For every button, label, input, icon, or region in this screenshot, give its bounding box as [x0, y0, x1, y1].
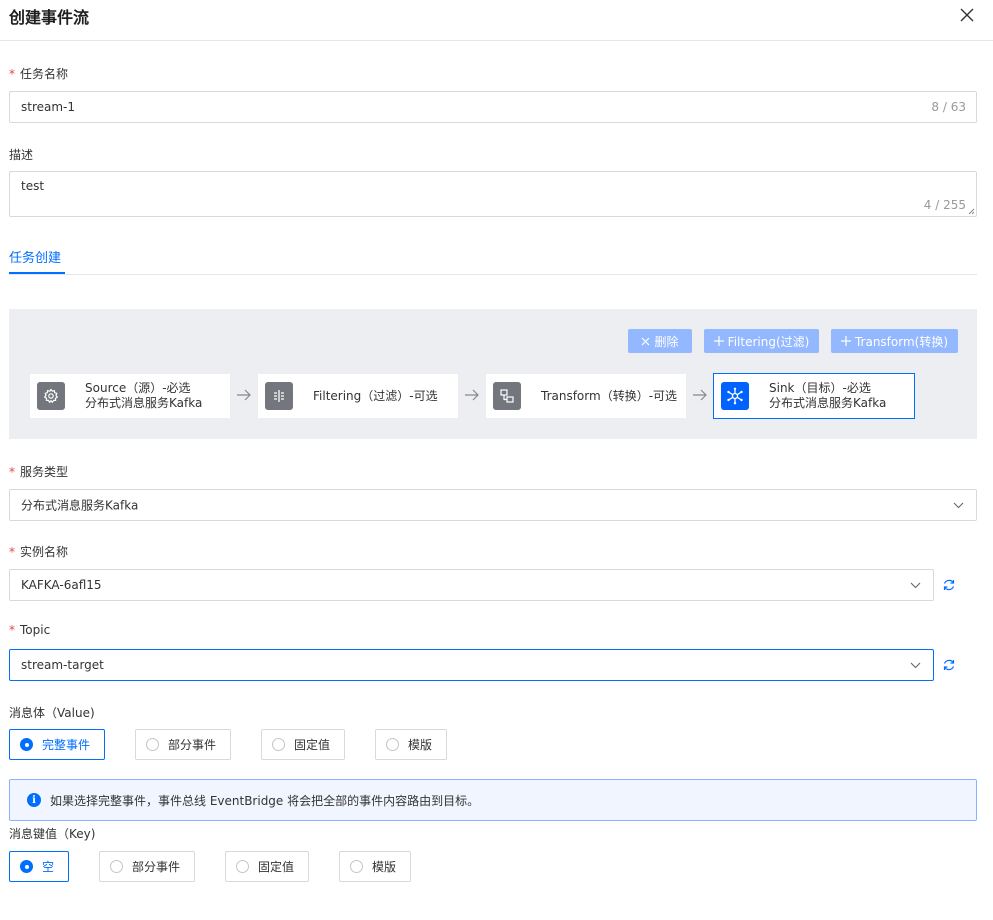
- radio-dot: [350, 860, 363, 873]
- radio-dot: [386, 738, 399, 751]
- tabs-divider: [9, 274, 977, 275]
- radio-dot: [20, 738, 33, 751]
- source-node-title: Source（源）-必选: [85, 381, 191, 395]
- add-filtering-label: Filtering(过滤): [727, 334, 810, 349]
- topic-value: stream-target: [21, 658, 104, 672]
- source-node-service: 分布式消息服务Kafka: [85, 396, 203, 410]
- info-text: 如果选择完整事件，事件总线 EventBridge 将会把全部的事件内容路由到目…: [50, 793, 480, 808]
- instance-label-text: 实例名称: [20, 545, 69, 559]
- radio-label: 固定值: [258, 860, 295, 874]
- radio-dot: [20, 860, 33, 873]
- filtering-node-title: Filtering（过滤）-可选: [313, 388, 438, 403]
- arrow-right-icon: [465, 389, 479, 401]
- required-mark: *: [9, 67, 15, 81]
- radio-message-body-partial-event[interactable]: 部分事件: [135, 729, 231, 760]
- flow-node-filtering[interactable]: Filtering（过滤）-可选: [258, 374, 458, 418]
- radio-dot: [110, 860, 123, 873]
- chevron-down-icon: [953, 502, 964, 509]
- required-mark: *: [9, 623, 15, 637]
- service-type-label: * 服务类型: [9, 463, 68, 480]
- radio-message-key-fixed-value[interactable]: 固定值: [225, 851, 309, 882]
- instance-select[interactable]: KAFKA-6afl15: [9, 569, 934, 601]
- required-mark: *: [9, 465, 15, 479]
- instance-value: KAFKA-6afl15: [21, 578, 102, 592]
- task-name-counter: 8 / 63: [931, 100, 966, 114]
- radio-label: 空: [42, 860, 55, 874]
- required-mark: *: [9, 545, 15, 559]
- radio-dot: [272, 738, 285, 751]
- radio-label: 固定值: [294, 738, 331, 752]
- description-counter: 4 / 255: [923, 198, 966, 212]
- topic-label: * Topic: [9, 623, 50, 637]
- task-name-label: * 任务名称: [9, 65, 68, 82]
- add-transform-button[interactable]: Transform(转换): [831, 329, 958, 353]
- gear-icon: [37, 382, 65, 410]
- page-title: 创建事件流: [9, 8, 90, 27]
- radio-label: 模版: [408, 738, 433, 752]
- service-type-label-text: 服务类型: [20, 465, 69, 479]
- arrow-right-icon: [693, 389, 707, 401]
- radio-message-body-fixed-value[interactable]: 固定值: [261, 729, 345, 760]
- close-icon: [642, 337, 650, 345]
- radio-message-key-empty[interactable]: 空: [9, 851, 69, 882]
- chevron-down-icon: [910, 582, 921, 589]
- resize-handle-icon[interactable]: [968, 208, 975, 215]
- radio-message-body-full-event[interactable]: 完整事件: [9, 729, 105, 760]
- filter-icon: [265, 382, 293, 410]
- arrow-right-icon: [237, 389, 251, 401]
- header-divider: [0, 40, 993, 41]
- plus-icon: [840, 336, 851, 346]
- chevron-down-icon: [910, 662, 921, 669]
- kafka-icon: [721, 382, 749, 410]
- tab-task-create[interactable]: 任务创建: [9, 247, 61, 266]
- info-icon: i: [27, 793, 41, 807]
- task-name-label-text: 任务名称: [20, 67, 69, 81]
- radio-message-body-template[interactable]: 模版: [375, 729, 447, 760]
- radio-dot: [236, 860, 249, 873]
- radio-message-key-partial-event[interactable]: 部分事件: [99, 851, 195, 882]
- flow-node-transform[interactable]: Transform（转换）-可选: [486, 374, 686, 418]
- add-transform-label: Transform(转换): [854, 334, 949, 349]
- instance-label: * 实例名称: [9, 543, 68, 560]
- service-type-select[interactable]: 分布式消息服务Kafka: [9, 489, 977, 521]
- refresh-icon[interactable]: [942, 578, 956, 592]
- description-textarea[interactable]: test 4 / 255: [9, 171, 977, 217]
- description-value: test: [21, 179, 45, 193]
- info-banner: i 如果选择完整事件，事件总线 EventBridge 将会把全部的事件内容路由…: [9, 779, 977, 821]
- flow-node-sink[interactable]: Sink（目标）-必选 分布式消息服务Kafka: [713, 373, 915, 419]
- message-key-label: 消息键值（Key): [9, 827, 96, 841]
- radio-label: 模版: [372, 860, 397, 874]
- plus-icon: [713, 336, 724, 346]
- service-type-value: 分布式消息服务Kafka: [21, 498, 139, 513]
- flow-node-source[interactable]: Source（源）-必选 分布式消息服务Kafka: [30, 374, 230, 418]
- description-label: 描述: [9, 148, 34, 162]
- radio-dot: [146, 738, 159, 751]
- close-icon: [960, 8, 974, 22]
- radio-message-key-template[interactable]: 模版: [339, 851, 411, 882]
- message-body-label: 消息体（Value): [9, 706, 95, 720]
- topic-select[interactable]: stream-target: [9, 649, 934, 681]
- add-filtering-button[interactable]: Filtering(过滤): [704, 329, 819, 353]
- task-name-value: stream-1: [21, 100, 76, 114]
- sink-node-title: Sink（目标）-必选: [769, 381, 871, 395]
- sink-node-service: 分布式消息服务Kafka: [769, 396, 887, 410]
- radio-label: 完整事件: [42, 738, 91, 752]
- close-button[interactable]: [955, 4, 979, 26]
- radio-label: 部分事件: [168, 738, 217, 752]
- delete-button[interactable]: 删除: [628, 329, 692, 353]
- task-name-input[interactable]: stream-1 8 / 63: [9, 91, 977, 123]
- transform-icon: [493, 382, 521, 410]
- transform-node-title: Transform（转换）-可选: [541, 388, 678, 403]
- delete-button-label: 删除: [654, 334, 679, 349]
- refresh-icon[interactable]: [942, 658, 956, 672]
- topic-label-text: Topic: [20, 623, 51, 637]
- radio-label: 部分事件: [132, 860, 181, 874]
